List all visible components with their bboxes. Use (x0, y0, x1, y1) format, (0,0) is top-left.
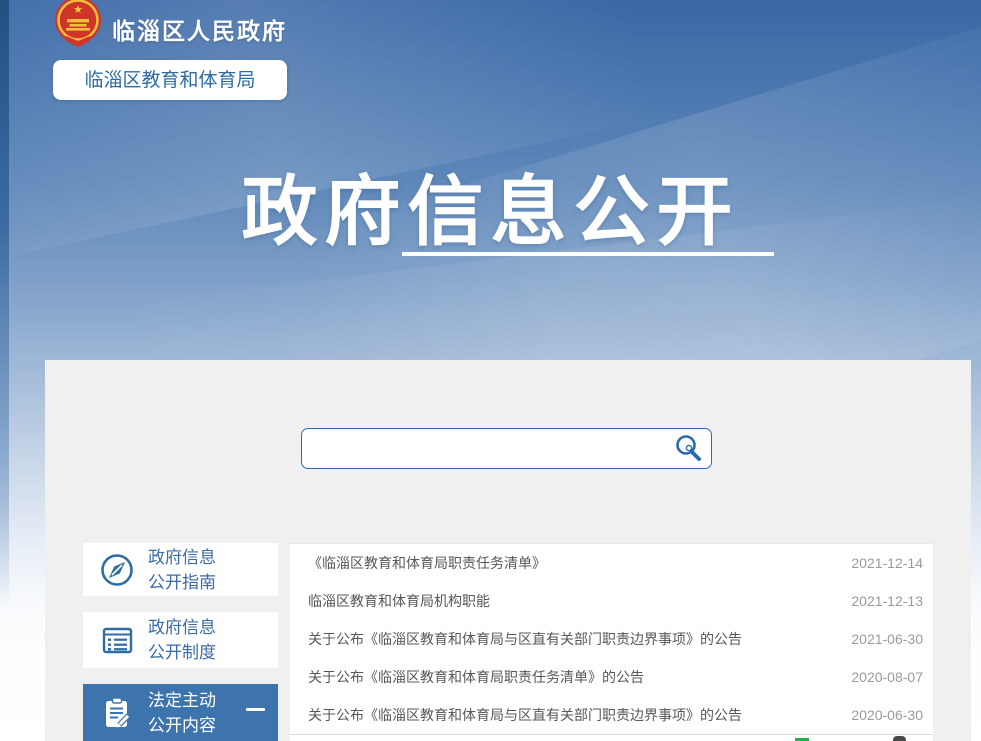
list-item-date: 2021-12-13 (851, 593, 923, 609)
sidebar-item-label-line2: 公开指南 (148, 570, 216, 595)
list-item-title[interactable]: 临淄区教育和体育局机构职能 (308, 591, 490, 611)
sidebar-item-gov-info-system[interactable]: 政府信息 公开制度 (83, 612, 278, 668)
cutoff-dark-icon (893, 736, 906, 741)
svg-text:★: ★ (73, 4, 83, 16)
list-item-title[interactable]: 关于公布《临淄区教育和体育局与区直有关部门职责边界事项》的公告 (308, 629, 742, 649)
list-item-date: 2020-06-30 (851, 707, 923, 723)
site-title[interactable]: 临淄区人民政府 (112, 12, 287, 46)
sidebar-item-label-line1: 政府信息 (148, 545, 216, 570)
list-item-date: 2020-08-07 (851, 669, 923, 685)
dept-name-button[interactable]: 临淄区教育和体育局 (53, 60, 287, 100)
search-bar (301, 428, 712, 469)
sidebar-item-label: 政府信息 公开制度 (148, 615, 216, 665)
list-item-date: 2021-12-14 (851, 555, 923, 571)
list-item-title[interactable]: 《临淄区教育和体育局职责任务清单》 (308, 553, 546, 573)
page: ★ 临淄区人民政府 临淄区教育和体育局 政府信息公开 政府信息 公开指南 (0, 0, 981, 741)
sidebar-item-label-line2: 公开制度 (148, 640, 216, 665)
sidebar-item-statutory-disclosure[interactable]: 法定主动 公开内容 (83, 684, 278, 741)
clipboard-pencil-icon (98, 694, 136, 732)
sidebar-item-label: 政府信息 公开指南 (148, 545, 216, 595)
search-input[interactable] (312, 433, 666, 466)
list-item[interactable]: 《临淄区教育和体育局职责任务清单》 2021-12-14 (290, 544, 933, 582)
minus-icon[interactable] (246, 708, 265, 711)
list-item-title[interactable]: 关于公布《临淄区教育和体育局与区直有关部门职责边界事项》的公告 (308, 705, 742, 725)
document-list-icon (98, 621, 136, 659)
compass-icon (98, 551, 136, 589)
national-emblem-icon[interactable]: ★ (52, 0, 104, 51)
news-list: 《临淄区教育和体育局职责任务清单》 2021-12-14 临淄区教育和体育局机构… (290, 543, 933, 741)
sidebar-item-label-line2: 公开内容 (148, 713, 216, 738)
list-item-date: 2021-06-30 (851, 631, 923, 647)
search-button[interactable] (671, 433, 705, 464)
sidebar-item-label: 法定主动 公开内容 (148, 688, 216, 738)
list-item-title[interactable]: 关于公布《临淄区教育和体育局职责任务清单》的公告 (308, 667, 644, 687)
list-item[interactable]: 关于公布《临淄区教育和体育局职责任务清单》的公告 2020-08-07 (290, 658, 933, 696)
sidebar-item-label-line1: 政府信息 (148, 615, 216, 640)
search-magnifier-icon (673, 433, 703, 463)
list-item[interactable]: 关于公布《临淄区教育和体育局与区直有关部门职责边界事项》的公告 2021-06-… (290, 620, 933, 658)
sidebar-item-label-line1: 法定主动 (148, 688, 216, 713)
sidebar-item-gov-info-guide[interactable]: 政府信息 公开指南 (83, 543, 278, 596)
banner-title-underline (402, 252, 774, 256)
list-item[interactable]: 临淄区教育和体育局机构职能 2021-12-13 (290, 582, 933, 620)
banner-title: 政府信息公开 (0, 150, 981, 260)
left-edge-strip (0, 0, 9, 640)
list-bottom-divider (290, 734, 933, 735)
list-item[interactable]: 关于公布《临淄区教育和体育局与区直有关部门职责边界事项》的公告 2020-06-… (290, 696, 933, 734)
